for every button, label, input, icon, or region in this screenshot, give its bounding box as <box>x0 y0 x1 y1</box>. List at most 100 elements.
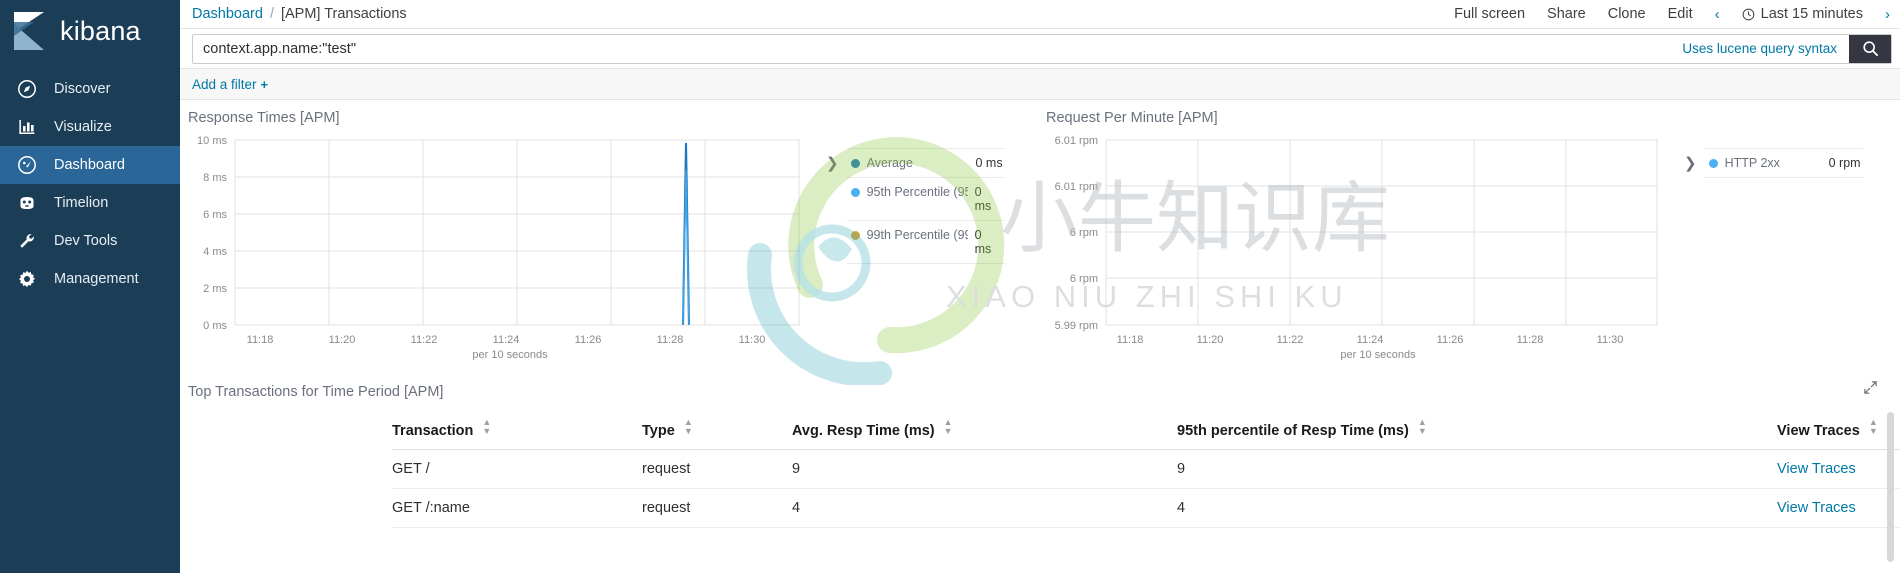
cell-avg: 9 <box>792 449 1177 489</box>
cell-p95: 4 <box>1177 488 1777 528</box>
svg-text:11:26: 11:26 <box>575 334 602 346</box>
top-transactions-table: Transaction ▲ ▼ Type ▲ ▼ Avg. Resp Time (m… <box>392 404 1900 528</box>
legend-item[interactable]: 95th Percentile (95 0 ms <box>846 178 1005 221</box>
svg-text:8 ms: 8 ms <box>203 172 227 184</box>
legend-color-swatch <box>850 159 860 168</box>
panel-top-transactions: Top Transactions for Time Period [APM] T… <box>180 374 1900 562</box>
column-label: 95th percentile of Resp Time (ms) <box>1177 423 1409 439</box>
column-label: Transaction <box>392 423 474 439</box>
breadcrumb-dashboard[interactable]: Dashboard <box>192 6 263 22</box>
legend-value: 0 rpm <box>1828 156 1861 170</box>
svg-text:11:24: 11:24 <box>493 334 520 346</box>
sidebar-item-label: Discover <box>54 81 111 97</box>
search-input[interactable] <box>193 34 1671 63</box>
table-header-row: Transaction ▲ ▼ Type ▲ ▼ Avg. Resp Time (m… <box>392 404 1900 450</box>
kibana-logo[interactable]: kibana <box>0 0 180 62</box>
plus-icon: + <box>260 76 269 92</box>
sort-icon: ▲ ▼ <box>943 417 953 436</box>
response-times-svg: 10 ms 8 ms 6 ms 4 ms 2 ms 0 ms 11:18 11:… <box>197 135 800 360</box>
chart-response-times: 10 ms 8 ms 6 ms 4 ms 2 ms 0 ms 11:18 11:… <box>180 130 1038 360</box>
view-traces-link[interactable]: View Traces <box>1777 488 1900 528</box>
svg-text:11:28: 11:28 <box>1517 334 1544 346</box>
edit-button[interactable]: Edit <box>1668 6 1693 22</box>
bar-chart-icon <box>16 116 38 138</box>
column-label: View Traces <box>1777 423 1860 439</box>
full-screen-button[interactable]: Full screen <box>1454 6 1525 22</box>
cell-type: request <box>642 488 792 528</box>
legend-item[interactable]: HTTP 2xx 0 rpm <box>1704 148 1863 178</box>
clone-button[interactable]: Clone <box>1608 6 1646 22</box>
table-header: Transaction ▲ ▼ Type ▲ ▼ Avg. Resp Time (m… <box>392 404 1900 450</box>
column-header-transaction[interactable]: Transaction ▲ ▼ <box>392 404 642 450</box>
lucene-syntax-hint[interactable]: Uses lucene query syntax <box>1670 35 1849 63</box>
sidebar-item-label: Dashboard <box>54 157 125 173</box>
column-header-view-traces[interactable]: View Traces ▲ ▼ <box>1777 404 1900 450</box>
chevron-right-icon[interactable]: ❯ <box>1678 148 1701 172</box>
column-header-avg-resp-time[interactable]: Avg. Resp Time (ms) ▲ ▼ <box>792 404 1177 450</box>
sidebar-item-timelion[interactable]: Timelion <box>0 184 180 222</box>
legend-label: Average <box>866 156 913 170</box>
sidebar-item-visualize[interactable]: Visualize <box>0 108 180 146</box>
legend-value: 0 ms <box>975 185 1003 213</box>
sidebar-item-label: Visualize <box>54 119 112 135</box>
svg-text:11:18: 11:18 <box>1117 334 1144 346</box>
time-picker-button[interactable]: Last 15 minutes <box>1742 6 1863 22</box>
svg-text:6 rpm: 6 rpm <box>1070 227 1098 239</box>
time-prev-icon[interactable]: ‹ <box>1715 6 1720 23</box>
sidebar-item-dashboard[interactable]: Dashboard <box>0 146 180 184</box>
legend-item[interactable]: 99th Percentile (99 0 ms <box>846 221 1005 264</box>
cell-type: request <box>642 449 792 489</box>
table-row: GET /:name request 4 4 View Traces <box>392 488 1900 528</box>
dashboard-panels: Response Times [APM] 10 ms 8 ms 6 ms 4 m… <box>180 100 1900 360</box>
cell-transaction: GET / <box>392 449 642 489</box>
sidebar-item-label: Timelion <box>54 195 109 211</box>
legend-items: Average 0 ms 95th Percentile (95 0 ms 99… <box>846 148 1005 264</box>
panel-title: Top Transactions for Time Period [APM] <box>188 384 444 400</box>
clock-icon <box>1742 8 1754 20</box>
svg-text:per 10 seconds: per 10 seconds <box>1340 349 1416 360</box>
column-header-p95-resp-time[interactable]: 95th percentile of Resp Time (ms) ▲ ▼ <box>1177 404 1777 450</box>
legend-item[interactable]: Average 0 ms <box>846 148 1005 178</box>
sort-icon: ▲ ▼ <box>1417 417 1427 436</box>
request-per-minute-svg: 6.01 rpm 6.01 rpm 6 rpm 6 rpm 5.99 rpm 1… <box>1055 135 1658 360</box>
svg-text:11:30: 11:30 <box>739 334 766 346</box>
table-body: GET / request 9 9 View Traces GET /:name… <box>392 449 1900 528</box>
legend-value-unit: ms <box>974 199 992 213</box>
panel-title: Request Per Minute [APM] <box>1046 110 1218 126</box>
svg-text:11:18: 11:18 <box>247 334 274 346</box>
table-row: GET / request 9 9 View Traces <box>392 449 1900 489</box>
chevron-right-icon[interactable]: ❯ <box>820 148 843 172</box>
sort-icon: ▲ ▼ <box>1868 417 1878 436</box>
column-label: Type <box>642 423 675 439</box>
svg-text:11:28: 11:28 <box>657 334 684 346</box>
panel-request-per-minute: Request Per Minute [APM] 6.01 rpm 6.01 r… <box>1038 100 1900 360</box>
column-label: Avg. Resp Time (ms) <box>792 423 935 439</box>
svg-text:6.01 rpm: 6.01 rpm <box>1055 135 1098 147</box>
search-button[interactable] <box>1849 34 1891 63</box>
share-button[interactable]: Share <box>1547 6 1586 22</box>
panel-title: Response Times [APM] <box>188 110 340 126</box>
sidebar-item-dev-tools[interactable]: Dev Tools <box>0 222 180 260</box>
svg-text:11:20: 11:20 <box>329 334 356 346</box>
svg-text:11:20: 11:20 <box>1197 334 1224 346</box>
svg-text:11:24: 11:24 <box>1357 334 1384 346</box>
timelion-icon <box>16 192 38 214</box>
expand-icon[interactable] <box>1863 380 1878 400</box>
kibana-app: kibana Discover Visualize Dashboard Time… <box>0 0 1900 573</box>
view-traces-link[interactable]: View Traces <box>1777 449 1900 489</box>
sidebar-item-management[interactable]: Management <box>0 260 180 298</box>
sidebar-item-discover[interactable]: Discover <box>0 70 180 108</box>
add-filter-label: Add a filter <box>192 76 257 92</box>
query-bar: Uses lucene query syntax <box>180 29 1900 69</box>
time-next-icon[interactable]: › <box>1885 6 1890 23</box>
svg-text:11:22: 11:22 <box>1277 334 1304 346</box>
cell-p95: 9 <box>1177 449 1777 489</box>
table-scrollbar[interactable] <box>1887 412 1894 562</box>
svg-text:2 ms: 2 ms <box>203 283 227 295</box>
legend-color-swatch <box>850 231 860 240</box>
column-header-type[interactable]: Type ▲ ▼ <box>642 404 792 450</box>
add-filter-button[interactable]: Add a filter + <box>192 77 268 92</box>
breadcrumb-separator: / <box>269 6 274 22</box>
sidebar: kibana Discover Visualize Dashboard Time… <box>0 0 180 573</box>
wrench-icon <box>16 230 38 252</box>
